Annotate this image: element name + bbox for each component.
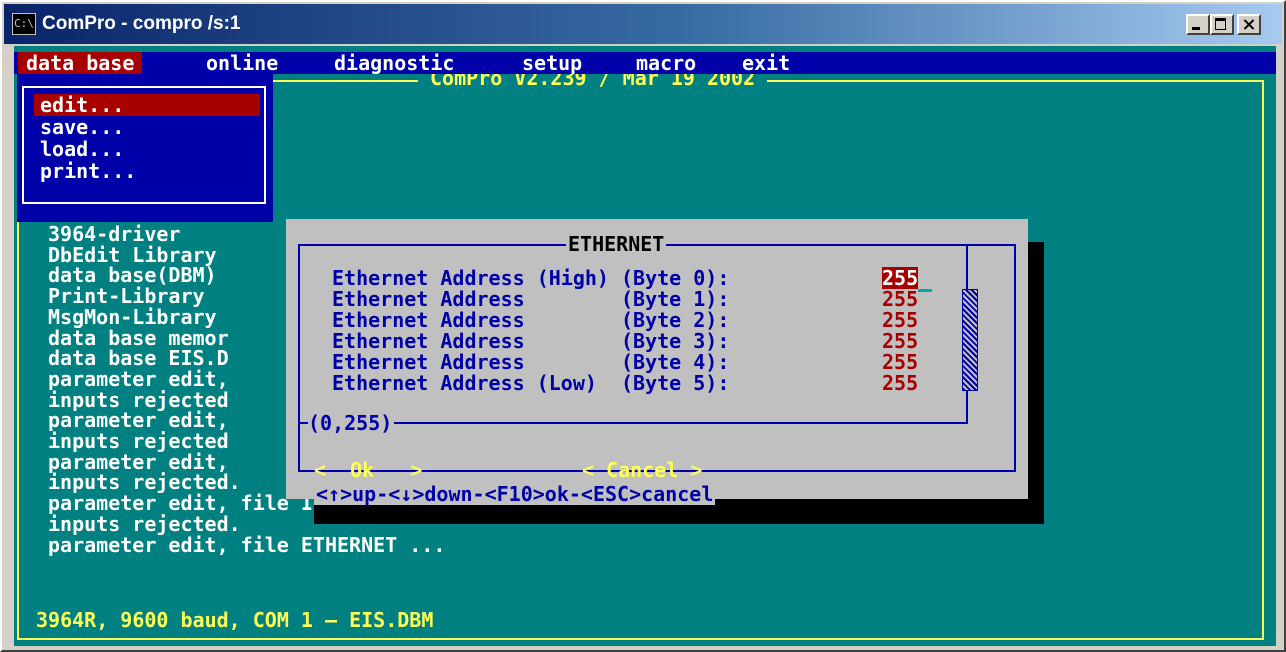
field-label: Ethernet Address (Byte 2): xyxy=(332,308,730,332)
field-value-input[interactable]: 255 xyxy=(882,288,918,310)
menu-online[interactable]: online xyxy=(198,52,286,74)
menu-data-base[interactable]: data base xyxy=(18,52,143,74)
menu-setup[interactable]: setup xyxy=(514,52,590,74)
console-area: ComPro V2.239 / Mar 19 2002 3964R, 9600 … xyxy=(14,46,1276,646)
field-label: Ethernet Address (Byte 4): xyxy=(332,350,730,374)
application-window: C:\ ComPro - compro /s:1 ComPro V2.239 /… xyxy=(0,0,1286,652)
dialog-title: ETHERNET xyxy=(566,232,667,256)
log-line: parameter edit, file ETHERNET ... xyxy=(48,532,446,557)
log-line: data base(DBM) xyxy=(48,263,217,288)
field-label: Ethernet Address (High) (Byte 0): xyxy=(332,266,730,290)
menu-exit[interactable]: exit xyxy=(734,52,798,74)
field-label: Ethernet Address (Low) (Byte 5): xyxy=(332,371,730,395)
log-line: inputs rejected xyxy=(48,429,229,453)
log-line: inputs rejected. xyxy=(48,511,241,536)
log-line: parameter edit, xyxy=(48,408,229,433)
menu-bar: data base online diagnostic setup macro … xyxy=(14,52,1276,74)
status-line: 3964R, 9600 baud, COM 1 — EIS.DBM xyxy=(26,609,444,631)
value-range: (0,255) xyxy=(308,411,395,435)
key-hint: <↑>up-<↓>down-<F10>ok-<ESC>cancel xyxy=(314,482,716,506)
field-label: Ethernet Address (Byte 1): xyxy=(332,287,730,311)
menu-item-print[interactable]: print... xyxy=(34,160,260,182)
menu-diagnostic[interactable]: diagnostic xyxy=(326,52,462,74)
window-title: ComPro - compro /s:1 xyxy=(42,13,241,34)
cancel-button[interactable]: < Cancel > xyxy=(582,459,702,481)
log-line: inputs rejected. xyxy=(48,470,241,495)
menu-macro[interactable]: macro xyxy=(628,52,704,74)
field-value-input[interactable]: 255 xyxy=(882,372,918,394)
field-value-input[interactable]: 255 xyxy=(882,267,919,289)
data-base-dropdown: edit... save... load... print... xyxy=(17,74,273,222)
scrollbar-thumb[interactable] xyxy=(962,289,978,391)
menu-item-edit[interactable]: edit... xyxy=(34,94,260,116)
title-bar[interactable]: C:\ ComPro - compro /s:1 xyxy=(4,4,1282,44)
field-value-input[interactable]: 255 xyxy=(882,330,918,352)
field-label: Ethernet Address (Byte 3): xyxy=(332,329,730,353)
log-line: Print-Library xyxy=(48,284,205,309)
log-line: parameter edit, xyxy=(48,449,229,474)
text-cursor xyxy=(918,289,932,292)
log-line: inputs rejected xyxy=(48,387,229,412)
log-line: data base EIS.D xyxy=(48,346,229,371)
menu-item-save[interactable]: save... xyxy=(34,116,260,138)
log-line: DbEdit Library xyxy=(48,242,217,267)
menu-item-load[interactable]: load... xyxy=(34,138,260,160)
maximize-button[interactable] xyxy=(1210,14,1234,35)
log-line: parameter edit, xyxy=(48,366,229,391)
log-line: data base memor xyxy=(48,325,229,350)
console-app-icon[interactable]: C:\ xyxy=(12,13,36,35)
log-line: 3964-driver xyxy=(48,222,181,246)
ok-button[interactable]: < Ok > xyxy=(314,459,422,481)
ethernet-dialog: ETHERNET Ethernet Address (High) (Byte 0… xyxy=(286,219,1028,505)
field-value-input[interactable]: 255 xyxy=(882,351,918,373)
minimize-button[interactable] xyxy=(1186,14,1210,35)
log-line: MsgMon-Library xyxy=(48,304,217,329)
field-value-input[interactable]: 255 xyxy=(882,309,918,331)
close-button[interactable] xyxy=(1237,14,1261,35)
